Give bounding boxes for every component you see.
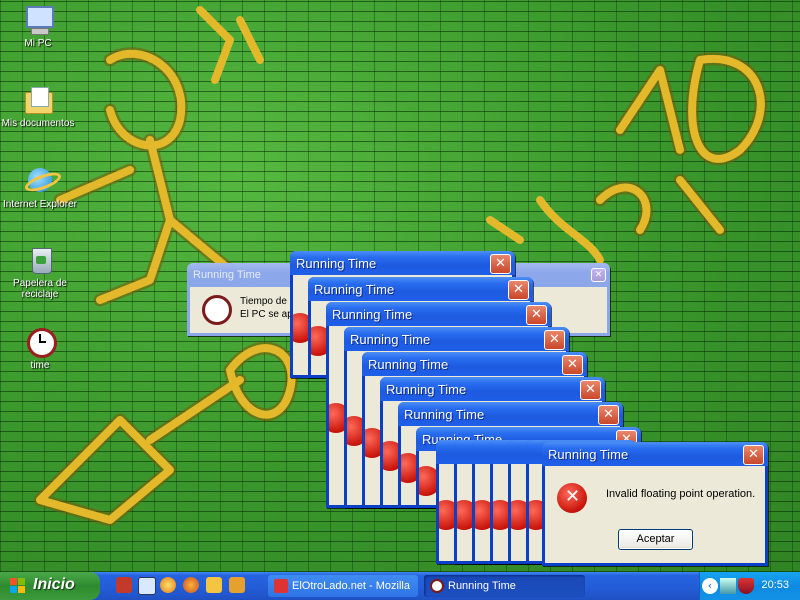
taskbar-button-label: ElOtroLado.net - Mozilla: [292, 580, 410, 592]
red-app-icon[interactable]: [116, 577, 132, 593]
taskbar-button-mozilla[interactable]: ElOtroLado.net - Mozilla: [268, 575, 418, 597]
error-message: Invalid floating point operation.: [606, 488, 756, 500]
desktop-icon-time[interactable]: time: [2, 326, 78, 371]
desktop-icon-label: Mis documentos: [1, 118, 75, 129]
close-icon[interactable]: ✕: [580, 380, 601, 400]
stacked-dialog-title: Running Time: [332, 307, 413, 322]
close-icon[interactable]: ✕: [598, 405, 619, 425]
close-icon[interactable]: ✕: [591, 268, 606, 282]
back-dialog-line2: El PC se ap: [240, 309, 293, 320]
firefox-icon[interactable]: [183, 577, 199, 593]
folder-icon[interactable]: [206, 577, 222, 593]
stacked-dialog-titlebar[interactable]: Running Time ✕: [398, 402, 623, 426]
stacked-dialog-titlebar[interactable]: Running Time ✕: [308, 277, 533, 301]
error-dialog-body: ✕ Invalid floating point operation. Acep…: [545, 466, 765, 563]
stacked-dialog-titlebar[interactable]: Running Time ✕: [326, 302, 551, 326]
desktop-icon-internet-explorer[interactable]: Internet Explorer: [2, 165, 78, 210]
clock: 20:53: [761, 579, 789, 591]
close-icon[interactable]: ✕: [562, 355, 583, 375]
clock-icon: [202, 295, 232, 325]
close-icon[interactable]: ✕: [743, 445, 764, 465]
system-tray: ‹ 20:53: [699, 572, 800, 600]
desktop-icon-label: Papelera de reciclaje: [13, 278, 67, 300]
close-icon[interactable]: ✕: [508, 280, 529, 300]
error-icon: ✕: [557, 483, 587, 513]
recycle-bin-icon: [24, 244, 56, 276]
stacked-dialog-titlebar[interactable]: Running Time ✕: [344, 327, 569, 351]
network-icon[interactable]: [720, 578, 736, 594]
start-button[interactable]: Inicio: [0, 572, 100, 600]
back-dialog-line1: Tiempo de: [240, 296, 287, 307]
clock-icon: [24, 326, 57, 358]
stacked-dialog-titlebar[interactable]: Running Time ✕: [290, 251, 515, 275]
error-dialog-title: Running Time: [548, 447, 629, 462]
internet-explorer-icon: [22, 165, 64, 197]
clock-icon: [430, 579, 444, 593]
close-icon[interactable]: ✕: [526, 305, 547, 325]
close-icon[interactable]: ✕: [490, 254, 511, 274]
desktop: Mi PC Mis documentos Internet Explorer P…: [0, 0, 800, 572]
arrow-icon[interactable]: ‹: [702, 578, 718, 594]
taskbar-button-label: Running Time: [448, 580, 516, 592]
mozilla-icon: [274, 579, 288, 593]
desktop-icon-mi-pc[interactable]: Mi PC: [0, 4, 76, 49]
desktop-icon-papelera[interactable]: Papelera de reciclaje: [2, 244, 78, 300]
stacked-dialog-titlebar[interactable]: Running Time ✕: [380, 377, 605, 401]
close-icon[interactable]: ✕: [544, 330, 565, 350]
desktop-icon-mis-documentos[interactable]: Mis documentos: [0, 84, 76, 129]
taskbar-button-running-time[interactable]: Running Time: [424, 575, 585, 597]
stacked-dialog-title: Running Time: [368, 357, 449, 372]
desktop-icon-label: Internet Explorer: [3, 199, 77, 210]
misc-icon[interactable]: [229, 577, 245, 593]
taskbar: Inicio ElOtroLado.net - Mozilla Running …: [0, 572, 800, 600]
desktop-icon-label: Mi PC: [24, 38, 52, 49]
media-player-icon[interactable]: [160, 577, 176, 593]
accept-button[interactable]: Aceptar: [618, 529, 693, 550]
stacked-dialog-title: Running Time: [296, 256, 377, 271]
explorer-icon[interactable]: [138, 577, 156, 595]
error-dialog-titlebar[interactable]: Running Time ✕: [542, 442, 768, 466]
stacked-dialog-title: Running Time: [314, 282, 395, 297]
desktop-icon-label: time: [30, 360, 50, 371]
back-dialog-title: Running Time: [193, 269, 261, 281]
stacked-dialog-title: Running Time: [386, 382, 467, 397]
stacked-dialog-title: Running Time: [350, 332, 431, 347]
start-label: Inicio: [33, 576, 75, 593]
error-dialog[interactable]: Running Time ✕ ✕ Invalid floating point …: [542, 442, 768, 566]
stacked-dialog-titlebar[interactable]: Running Time ✕: [362, 352, 587, 376]
shield-icon[interactable]: [738, 578, 754, 594]
error-x-glyph: ✕: [565, 486, 581, 507]
documents-folder-icon: [22, 84, 54, 116]
stacked-dialog-title: Running Time: [404, 407, 485, 422]
windows-logo-icon: [10, 578, 25, 593]
computer-icon: [22, 4, 54, 36]
